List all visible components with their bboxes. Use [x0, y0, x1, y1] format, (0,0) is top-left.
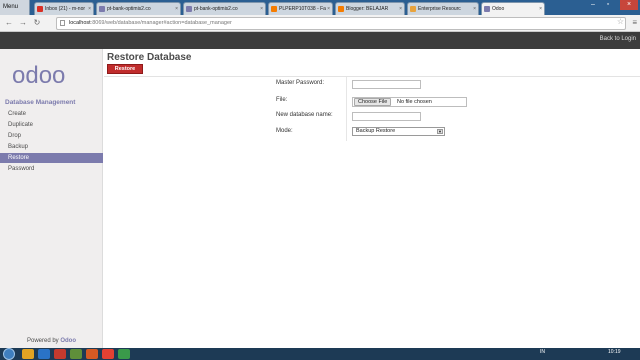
tab-label: Enterprise Resourc — [418, 6, 461, 12]
chevron-down-icon: ▼ — [437, 129, 443, 134]
restore-button[interactable]: Restore — [107, 64, 143, 74]
url-host: localhost — [69, 20, 91, 26]
tab-bank-1[interactable]: pt-bank-optimis2.co × — [96, 2, 181, 15]
form-column-divider — [346, 77, 347, 141]
header-divider — [104, 76, 640, 77]
file-input[interactable]: Choose File No file chosen — [352, 97, 467, 107]
chrome-icon[interactable] — [102, 349, 114, 359]
reload-icon[interactable]: ↻ — [32, 18, 42, 28]
master-password-input[interactable] — [352, 80, 421, 89]
tab-odoo[interactable]: Odoo × — [481, 2, 545, 15]
page-icon — [410, 6, 416, 12]
address-bar[interactable]: localhost:8069/web/database/manager#acti… — [56, 17, 626, 30]
tab-label: PLPERP10T038 - Fa — [279, 6, 326, 12]
blogger-icon — [271, 6, 277, 12]
bookmark-star-icon[interactable]: ☆ — [617, 18, 624, 26]
powered-by: Powered by Odoo — [0, 338, 103, 344]
tab-label: Inbox (21) - m-nor — [45, 6, 86, 12]
odoo-topbar: Back to Login — [0, 32, 640, 49]
url-path: :8069/web/database/manager#action=databa… — [90, 20, 232, 26]
close-tab-icon[interactable]: × — [88, 3, 91, 15]
mode-label: Mode: — [276, 128, 293, 134]
browser-menu-icon[interactable]: ≡ — [632, 18, 637, 28]
browser-menu-label: Menu — [3, 4, 19, 10]
svg-text:odoo: odoo — [12, 62, 65, 88]
windows-taskbar: IN 10:19 — [0, 348, 640, 360]
file-status: No file chosen — [397, 99, 432, 105]
tab-label: Blogger: BELAJAR — [346, 6, 389, 12]
opera-icon[interactable] — [54, 349, 66, 359]
sidebar-item-backup[interactable]: Backup — [0, 142, 103, 152]
file-label: File: — [276, 97, 288, 103]
odoo-logo: odoo — [12, 62, 65, 88]
start-button[interactable] — [3, 348, 15, 360]
sidebar-item-duplicate[interactable]: Duplicate — [0, 120, 103, 130]
powered-by-prefix: Powered by — [26, 338, 59, 344]
close-tab-icon[interactable]: × — [399, 3, 402, 15]
close-tab-icon[interactable]: × — [260, 3, 263, 15]
sidebar: odoo Database Management Create Duplicat… — [0, 49, 103, 348]
sidebar-item-drop[interactable]: Drop — [0, 131, 103, 141]
tab-label: pt-bank-optimis2.co — [107, 6, 151, 12]
ie-icon[interactable] — [38, 349, 50, 359]
sidebar-item-password[interactable]: Password — [0, 164, 103, 174]
back-arrow-icon[interactable]: ← — [4, 18, 14, 28]
mode-selected-value: Backup Restore — [356, 128, 396, 134]
tab-enterprise[interactable]: Enterprise Resourc × — [407, 2, 479, 15]
odoo-icon — [484, 6, 490, 12]
new-database-name-input[interactable] — [352, 112, 421, 121]
close-window-icon[interactable]: × — [620, 0, 638, 10]
browser-menu-button[interactable]: Menu — [0, 0, 30, 15]
tab-plperp[interactable]: PLPERP10T038 - Fa × — [268, 2, 333, 15]
back-to-login-link[interactable]: Back to Login — [600, 36, 636, 42]
close-tab-icon[interactable]: × — [327, 3, 330, 15]
main-content: Restore Database Restore Master Password… — [104, 49, 640, 348]
tab-label: Odoo — [492, 6, 505, 12]
tab-bank-2[interactable]: pt-bank-optimis2.co × — [183, 2, 266, 15]
odoo-icon — [186, 6, 192, 12]
powered-by-brand[interactable]: Odoo — [60, 338, 76, 344]
odoo-icon — [99, 6, 105, 12]
close-tab-icon[interactable]: × — [175, 3, 178, 15]
choose-file-button[interactable]: Choose File — [354, 98, 392, 106]
tab-label: pt-bank-optimis2.co — [194, 6, 238, 12]
blogger-icon — [338, 6, 344, 12]
forward-arrow-icon[interactable]: → — [18, 18, 28, 28]
clock[interactable]: 10:19 — [608, 349, 621, 355]
maximize-icon[interactable]: ▫ — [601, 0, 615, 10]
master-password-label: Master Password: — [276, 80, 325, 86]
tab-inbox[interactable]: Inbox (21) - m-nor × — [34, 2, 94, 15]
mode-select[interactable]: Backup Restore ▼ — [352, 127, 445, 136]
file-explorer-icon[interactable] — [22, 349, 34, 359]
minimize-icon[interactable]: – — [586, 0, 600, 10]
new-database-name-label: New database name: — [276, 112, 333, 118]
sidebar-section-title: Database Management — [5, 99, 76, 106]
tab-blogger[interactable]: Blogger: BELAJAR × — [335, 2, 405, 15]
page-icon — [60, 20, 65, 26]
sidebar-item-restore[interactable]: Restore — [0, 153, 103, 163]
gmail-icon — [37, 6, 43, 12]
close-tab-icon[interactable]: × — [473, 3, 476, 15]
skype-icon[interactable] — [118, 349, 130, 359]
sidebar-item-create[interactable]: Create — [0, 109, 103, 119]
app-icon[interactable] — [70, 349, 82, 359]
browser-tab-strip: Menu Inbox (21) - m-nor × pt-bank-optimis… — [0, 0, 640, 15]
language-indicator[interactable]: IN — [540, 349, 545, 355]
page-title: Restore Database — [107, 52, 192, 63]
close-tab-icon[interactable]: × — [539, 3, 542, 15]
app-icon[interactable] — [86, 349, 98, 359]
browser-toolbar: ← → ↻ localhost:8069/web/database/manage… — [0, 15, 640, 32]
